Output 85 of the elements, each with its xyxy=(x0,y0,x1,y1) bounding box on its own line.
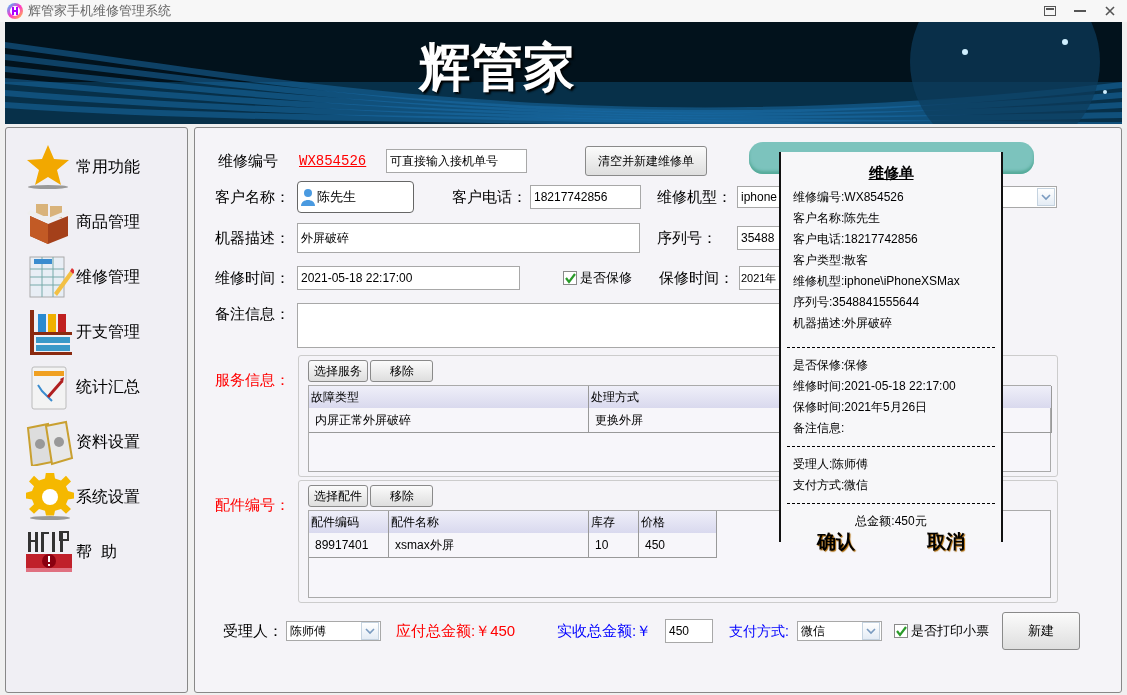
check-icon xyxy=(895,625,907,637)
person-icon xyxy=(301,188,315,206)
sidebar-item[interactable]: 常用功能 xyxy=(6,139,187,194)
column-header: 配件编码 xyxy=(309,511,389,533)
close-icon xyxy=(1105,6,1115,16)
input-field[interactable]: 2021-05-18 22:17:00 xyxy=(297,266,520,290)
field-label: 服务信息： xyxy=(215,370,291,390)
field-label: 实收总金额:￥ xyxy=(557,620,653,641)
check-icon xyxy=(564,272,576,284)
receipt-line: 维修编号:WX854526 xyxy=(792,188,905,206)
receipt-line: 机器描述:外屏破碎 xyxy=(792,314,894,332)
input-field[interactable]: 18217742856 xyxy=(530,185,641,209)
sidebar-item[interactable]: 开支管理 xyxy=(6,304,187,359)
receipt-line: 客户电话:18217742856 xyxy=(792,230,919,248)
field-label: 支付方式: xyxy=(729,621,790,641)
restore-icon xyxy=(1044,6,1056,16)
dropdown-arrow-button[interactable] xyxy=(862,622,880,640)
field-label: 维修编号 xyxy=(218,150,279,171)
table-cell: xsmax外屏 xyxy=(389,533,589,557)
table-cell: 内屏正常外屏破碎 xyxy=(309,408,589,432)
checkbox[interactable] xyxy=(894,624,908,638)
receipt-line: 受理人:陈师傅 xyxy=(792,455,870,473)
select-button[interactable]: 选择配件 xyxy=(308,485,368,507)
table-cell: 89917401 xyxy=(309,533,389,557)
amount-field[interactable]: 450 xyxy=(665,619,713,643)
field-label: 维修机型： xyxy=(657,186,733,207)
field-label: 客户名称： xyxy=(215,186,291,207)
dropdown-value: iphone xyxy=(741,189,778,206)
checkbox-label: 是否打印小票 xyxy=(911,622,989,641)
caret-icon xyxy=(1040,192,1052,202)
field-label: 配件编号： xyxy=(215,495,291,515)
dropdown-value: 微信 xyxy=(801,623,825,640)
order-number-field[interactable]: 可直接输入接机单号 xyxy=(386,149,527,173)
dropdown-value: 陈师傅 xyxy=(290,623,326,640)
sidebar-item[interactable]: 商品管理 xyxy=(6,194,187,249)
select-button[interactable]: 选择服务 xyxy=(308,360,368,382)
field-label: 保修时间： xyxy=(659,267,735,288)
remove-button[interactable]: 移除 xyxy=(370,485,433,507)
clear-button[interactable]: 清空并新建维修单 xyxy=(585,146,707,176)
field-label: 备注信息： xyxy=(215,304,291,324)
remove-button[interactable]: 移除 xyxy=(370,360,433,382)
receipt-line: 客户名称:陈先生 xyxy=(792,209,882,227)
table-cell: 10 xyxy=(589,533,639,557)
sidebar-item[interactable]: 维修管理 xyxy=(6,249,187,304)
field-label: 客户电话： xyxy=(452,186,528,207)
field-value: 陈先生 xyxy=(317,188,356,207)
column-header: 价格 xyxy=(639,511,717,533)
column-header: 配件名称 xyxy=(389,511,589,533)
receipt-total: 总金额:450元 xyxy=(854,512,928,530)
dropdown-arrow-button[interactable] xyxy=(361,622,379,640)
payable-total: 应付总金额:￥450 xyxy=(396,620,517,641)
receipt-title: 维修单 xyxy=(867,163,915,183)
checkbox-label: 是否保修 xyxy=(580,269,632,288)
dropdown[interactable]: 微信 xyxy=(797,621,882,641)
caret-icon xyxy=(865,626,877,636)
sidebar-item[interactable]: 帮 助 xyxy=(6,524,187,579)
customer-name-field[interactable]: 陈先生 xyxy=(297,181,414,213)
sidebar-item[interactable]: 统计汇总 xyxy=(6,359,187,414)
dropdown[interactable]: 陈师傅 xyxy=(286,621,381,641)
confirm-button[interactable]: 确认 xyxy=(813,531,859,552)
dropdown-arrow-button[interactable] xyxy=(1037,188,1055,206)
column-header: 故障类型 xyxy=(309,386,589,408)
cancel-button[interactable]: 取消 xyxy=(923,531,969,552)
receipt-line: 客户类型:散客 xyxy=(792,251,870,269)
field-label: 维修时间： xyxy=(215,267,291,288)
checkbox[interactable] xyxy=(563,271,577,285)
repair-number-link[interactable]: WX854526 xyxy=(299,150,386,172)
sidebar-item[interactable]: 系统设置 xyxy=(6,469,187,524)
column-header: 库存 xyxy=(589,511,639,533)
input-field[interactable]: 外屏破碎 xyxy=(297,223,640,253)
settings-icon xyxy=(26,472,74,521)
sidebar-item[interactable]: 资料设置 xyxy=(6,414,187,469)
field-label: 序列号： xyxy=(657,227,718,248)
field-label: 机器描述： xyxy=(215,227,291,248)
receipt-line: 支付方式:微信 xyxy=(792,476,870,494)
receipt-line: 是否保修:保修 xyxy=(792,356,870,374)
minimize-icon xyxy=(1074,9,1086,13)
field-label: 受理人： xyxy=(223,620,284,641)
caret-icon xyxy=(364,626,376,636)
table-cell: 450 xyxy=(639,533,717,557)
banner-title: 辉管家 xyxy=(419,36,575,99)
new-button[interactable]: 新建 xyxy=(1002,612,1080,650)
receipt-line: 维修机型:iphone\iPhoneXSMax xyxy=(792,272,961,290)
window-title: 辉管家手机维修管理系统 xyxy=(28,2,171,21)
receipt-line: 序列号:3548841555644 xyxy=(792,293,921,311)
